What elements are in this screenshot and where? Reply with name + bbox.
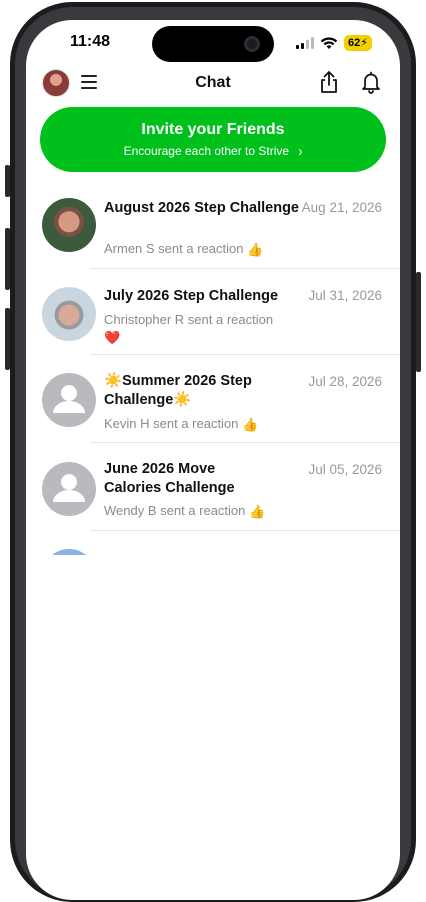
avatar [42, 198, 96, 252]
chat-title: August 2026 Step Challenge [104, 200, 299, 216]
last-message-text: Armen S sent a reaction [104, 241, 244, 256]
status-icons: 62⚡ [296, 35, 372, 51]
thumbs-up-icon: 👍 [242, 417, 259, 433]
chat-list: August 2026 Step Challenge Aug 21, 2026 … [26, 185, 400, 555]
person-icon [53, 385, 85, 413]
chat-title: June 2026 Move Calories Challenge [104, 461, 235, 496]
chat-date: Jul 05, 2026 [308, 462, 382, 477]
chat-row-partial[interactable] [26, 531, 400, 555]
chat-last-message: Christopher R sent a reaction ❤️ [104, 311, 294, 346]
avatar-placeholder [42, 462, 96, 516]
chat-last-message: Wendy B sent a reaction 👍 [104, 502, 294, 520]
invite-friends-button[interactable]: Invite your Friends Encourage each other… [40, 107, 386, 172]
chevron-right-icon: › [298, 142, 303, 160]
chat-title: July 2026 Step Challenge [104, 288, 279, 304]
chat-title: ☀️Summer 2026 Step Challenge☀️ [104, 372, 299, 410]
thumbs-up-icon: 👍 [249, 504, 266, 520]
chat-date: Aug 21, 2026 [301, 200, 382, 215]
avatar [42, 549, 96, 555]
chat-row-august[interactable]: August 2026 Step Challenge Aug 21, 2026 … [26, 185, 400, 269]
thumbs-up-icon: 👍 [247, 242, 264, 258]
screen: 11:48 62⚡ Chat Invite your Friends Encou… [26, 20, 400, 900]
chat-date: Jul 31, 2026 [308, 288, 382, 303]
invite-subtitle: Encourage each other to Strive › [40, 142, 386, 160]
battery-indicator: 62⚡ [344, 35, 372, 51]
dynamic-island [152, 26, 274, 62]
heart-icon: ❤️ [104, 330, 121, 346]
page-title: Chat [195, 74, 231, 91]
cellular-signal-icon [296, 37, 315, 49]
chat-last-message: Kevin H sent a reaction 👍 [104, 415, 294, 433]
chat-date: Jul 28, 2026 [308, 374, 382, 389]
sun-icon: ☀️ [104, 373, 123, 389]
chat-last-message: Armen S sent a reaction 👍 [104, 240, 294, 258]
person-icon [53, 474, 85, 502]
last-message-text: Christopher R sent a reaction [104, 312, 274, 327]
chat-row-summer[interactable]: ☀️Summer 2026 Step Challenge☀️ Jul 28, 2… [26, 355, 400, 443]
action-button [5, 165, 10, 197]
battery-level: 62 [348, 37, 361, 49]
volume-up-button [5, 228, 10, 290]
volume-down-button [5, 308, 10, 370]
status-time: 11:48 [70, 33, 111, 50]
last-message-text: Wendy B sent a reaction [104, 503, 246, 518]
wifi-icon [320, 36, 338, 49]
app-header: Chat [26, 66, 400, 106]
sun-icon: ☀️ [173, 392, 192, 408]
avatar-placeholder [42, 373, 96, 427]
invite-subtitle-text: Encourage each other to Strive [123, 144, 290, 158]
share-icon[interactable] [318, 70, 340, 94]
bell-icon[interactable] [360, 70, 382, 94]
last-message-text: Kevin H sent a reaction [104, 416, 239, 431]
chat-row-june[interactable]: June 2026 Move Calories Challenge Jul 05… [26, 443, 400, 531]
power-button [416, 272, 421, 372]
chat-row-july[interactable]: July 2026 Step Challenge Jul 31, 2026 Ch… [26, 269, 400, 355]
invite-title: Invite your Friends [141, 121, 285, 138]
avatar [42, 287, 96, 341]
charging-bolt-icon: ⚡ [360, 37, 368, 49]
camera-icon [244, 36, 260, 52]
